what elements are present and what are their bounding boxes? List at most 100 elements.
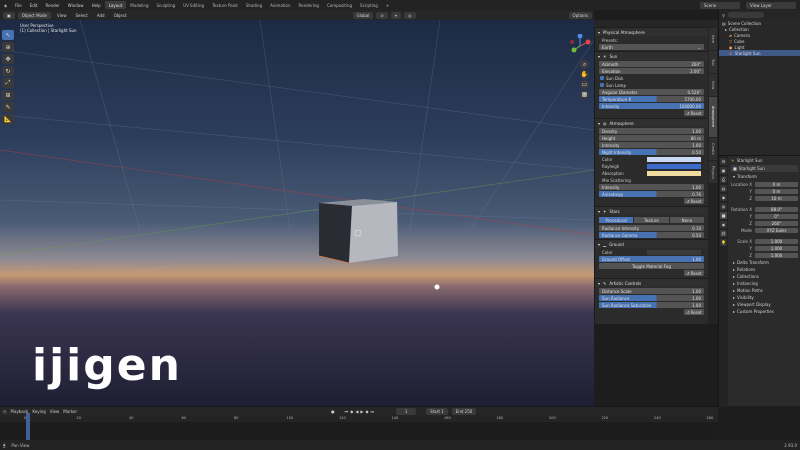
artistic-reset-button[interactable]: ↺ Reset — [684, 309, 704, 315]
atmosphere-reset-button[interactable]: ↺ Reset — [684, 198, 704, 204]
proportional-edit-icon[interactable]: ◎ — [404, 11, 416, 19]
pan-hand-icon[interactable]: ✋ — [580, 70, 589, 79]
workspace-tab-texture-paint[interactable]: Texture Paint — [208, 1, 242, 9]
panel-header-physical-atmosphere[interactable]: ▾ Physical Atmosphere — [595, 27, 708, 36]
blender-logo-icon[interactable]: ◈ — [0, 0, 11, 10]
ortho-grid-icon[interactable]: ▦ — [580, 90, 589, 99]
prev-key-icon[interactable]: ◆ — [350, 409, 353, 414]
menu-view[interactable]: View — [54, 13, 70, 18]
menu-select[interactable]: Select — [72, 13, 90, 18]
custom-properties-section[interactable]: ▸ Custom Properties — [729, 308, 800, 315]
annotate-tool-icon[interactable]: ✎ — [2, 102, 14, 112]
atmo-color-row[interactable]: Color — [599, 156, 704, 162]
keying-menu[interactable]: Keying — [32, 409, 45, 414]
scattering-swatch[interactable] — [647, 163, 701, 169]
sun-reset-button[interactable]: ↺ Reset — [684, 110, 704, 116]
workspace-tab-shading[interactable]: Shading — [242, 1, 266, 9]
location-y-field[interactable]: Y0 m — [729, 188, 798, 194]
density-field[interactable]: Density 1.00 — [599, 128, 704, 134]
temperature-field[interactable]: Temperature K 5700.00 — [599, 96, 704, 102]
workspace-tab-scripting[interactable]: Scripting — [356, 1, 382, 9]
timeline-view-menu[interactable]: View — [50, 409, 60, 414]
rotate-tool-icon[interactable]: ↻ — [2, 66, 14, 76]
scene-props-icon[interactable]: ◆ — [720, 194, 727, 201]
menu-file[interactable]: File — [11, 0, 26, 10]
sun-lamp-checkbox[interactable]: Sun Lamp — [600, 82, 703, 88]
scale-tool-icon[interactable]: ⤢ — [2, 78, 14, 88]
delta-transform-section[interactable]: ▸ Delta Transform — [729, 259, 800, 266]
mode-select[interactable]: Object Mode — [17, 11, 51, 19]
azimuth-field[interactable]: Azimuth 260° — [599, 61, 704, 67]
sidebar-tab-item[interactable]: Item — [709, 28, 717, 50]
transform-section-header[interactable]: ▾ Transform — [729, 173, 800, 180]
anisotropy-field[interactable]: Anisotropy 0.76 — [599, 191, 704, 197]
panel-header-ground[interactable]: ▾ ▁ Ground — [595, 239, 708, 248]
3d-viewport[interactable]: User Perspective (1) Collection | Starli… — [0, 20, 594, 406]
sun-radiance-saturation-field[interactable]: Sun Radiance Saturation 1.00 — [599, 302, 704, 308]
physics-props-icon[interactable]: ◉ — [720, 221, 727, 228]
outliner-item-starlight-sun[interactable]: ☀ Starlight Sun — [719, 50, 800, 56]
object-name-field[interactable]: ■ Starlight Sun — [731, 165, 798, 172]
jump-start-icon[interactable]: ⏮ — [345, 409, 349, 414]
night-intensity-field[interactable]: Night Intensity 0.50 — [599, 149, 704, 155]
editor-type-icon[interactable]: ▣ — [3, 11, 15, 19]
visibility-section[interactable]: ▸ Visibility — [729, 294, 800, 301]
timeline-ruler[interactable]: 020406080100120140160180200220240260 — [0, 415, 718, 422]
atmo-scatter-row[interactable]: Rayleigh — [599, 163, 704, 169]
location-z-field[interactable]: Z 10 m — [729, 195, 798, 201]
atmo-intensity-field[interactable]: Intensity 1.00 — [599, 142, 704, 148]
menu-add[interactable]: Add — [94, 13, 108, 18]
workspace-tab-animation[interactable]: Animation — [266, 1, 294, 9]
render-props-icon[interactable]: ▣ — [720, 167, 727, 174]
current-frame-field[interactable]: 1 — [396, 407, 417, 415]
view-layer-props-icon[interactable]: ▤ — [720, 185, 727, 192]
stars-mode-texture[interactable]: Texture — [634, 217, 669, 223]
constraints-props-icon[interactable]: ⛓ — [720, 230, 727, 237]
collections-section[interactable]: ▸ Collections — [729, 273, 800, 280]
rotation-mode-select[interactable]: Mode XYZ Euler — [729, 227, 798, 233]
scale-x-field[interactable]: Scale X 1.000 — [729, 238, 798, 244]
ground-offset-field[interactable]: Ground Offset 1.00 — [599, 256, 704, 262]
camera-view-icon[interactable]: ▭ — [580, 80, 589, 89]
marker-menu[interactable]: Marker — [63, 409, 77, 414]
scale-y-field[interactable]: Y 1.000 — [729, 245, 798, 251]
workspace-tab-layout[interactable]: Layout — [104, 1, 127, 9]
object-props-icon[interactable]: ■ — [720, 212, 727, 219]
scale-z-field[interactable]: Z 1.000 — [729, 252, 798, 258]
absorption-swatch[interactable] — [647, 170, 701, 176]
panel-header-stars[interactable]: ▾ ✦ Stars — [595, 206, 708, 215]
toggle-fog-button[interactable]: Toggle Material Fog — [599, 263, 704, 269]
relations-section[interactable]: ▸ Relations — [729, 266, 800, 273]
playhead[interactable] — [26, 413, 30, 440]
radiance-gamma-field[interactable]: Radiance Gamma 0.50 — [599, 232, 704, 238]
rotation-x-field[interactable]: Rotation X 88.0° — [729, 206, 798, 212]
mie-intensity-field[interactable]: Intensity 1.00 — [599, 184, 704, 190]
options-dropdown[interactable]: Options — [568, 11, 592, 19]
distance-scale-field[interactable]: Distance Scale 1.00 — [599, 288, 704, 294]
zoom-icon[interactable]: ⌕ — [580, 60, 589, 69]
menu-edit[interactable]: Edit — [26, 0, 42, 10]
snap-icon[interactable]: ⌖ — [390, 11, 401, 19]
start-frame-field[interactable]: Start 1 — [426, 407, 448, 415]
workspace-tab-uv-editing[interactable]: UV Editing — [179, 1, 208, 9]
panel-header-atmosphere[interactable]: ▾ ◍ Atmosphere — [595, 118, 708, 127]
radiance-intensity-field[interactable]: Radiance Intensity 0.10 — [599, 225, 704, 231]
next-key-icon[interactable]: ◆ — [365, 409, 368, 414]
viewport-display-section[interactable]: ▸ Viewport Display — [729, 301, 800, 308]
sidebar-tab-view[interactable]: View — [709, 74, 717, 96]
menu-object[interactable]: Object — [111, 13, 130, 18]
workspace-tab-rendering[interactable]: Rendering — [295, 1, 323, 9]
jump-end-icon[interactable]: ⏭ — [371, 409, 375, 414]
ground-color-row[interactable]: Color — [599, 249, 704, 255]
view-layer-selector[interactable]: View Layer — [746, 1, 796, 9]
tool-props-icon[interactable]: ⚙ — [720, 158, 727, 165]
panel-header-sun[interactable]: ▾ ☀ Sun — [595, 51, 708, 60]
location-x-field[interactable]: Location X0 m — [729, 181, 798, 187]
motion-paths-section[interactable]: ▸ Motion Paths — [729, 287, 800, 294]
move-tool-icon[interactable]: ✥ — [2, 54, 14, 64]
sidebar-tab-tool[interactable]: Tool — [709, 51, 717, 73]
record-icon[interactable]: ● — [331, 409, 335, 414]
menu-render[interactable]: Render — [42, 0, 64, 10]
pivot-icon[interactable]: ⊙ — [376, 11, 388, 19]
workspace-tab-compositing[interactable]: Compositing — [323, 1, 356, 9]
